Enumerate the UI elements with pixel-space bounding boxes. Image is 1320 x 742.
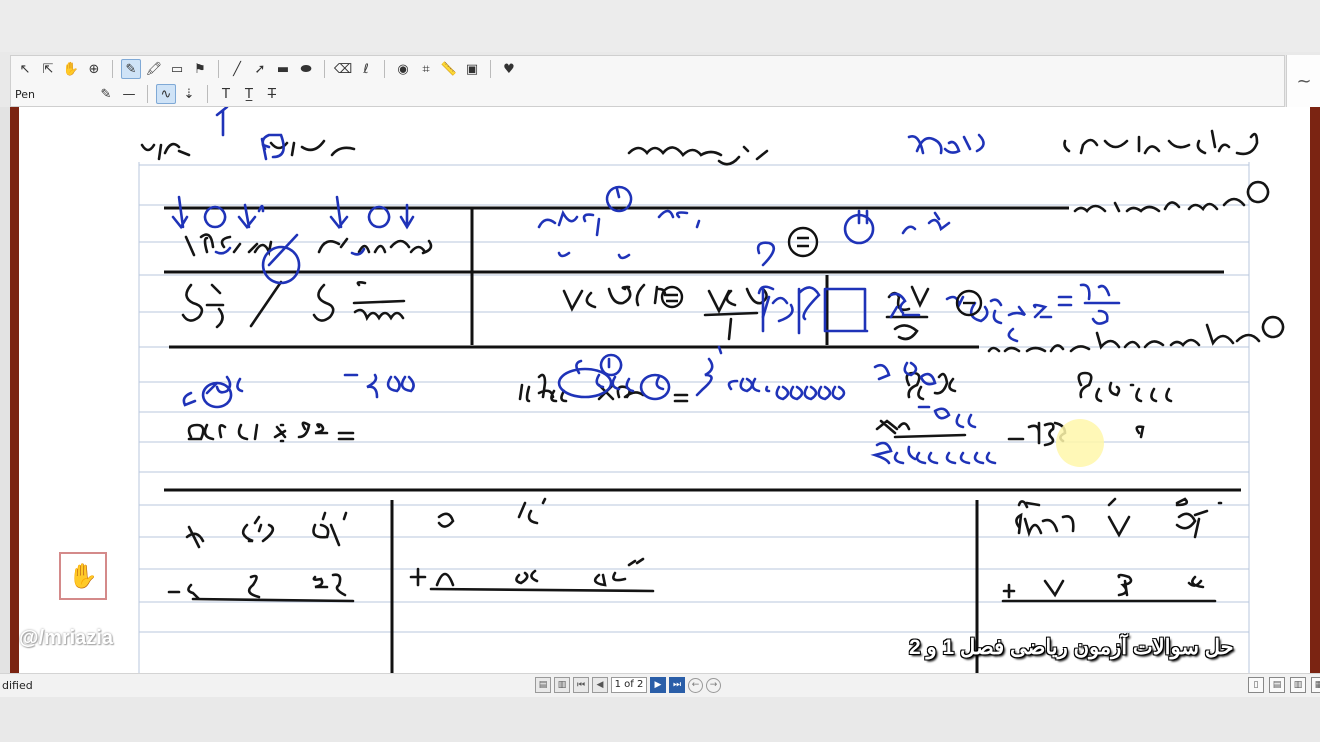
textbox-icon[interactable]: ▭ — [167, 59, 187, 79]
single-page-view-icon[interactable]: ▯ — [1248, 677, 1264, 693]
watermark: @/mriazia — [19, 627, 113, 649]
handwritten-worksheet — [138, 107, 1285, 673]
line-style-icon[interactable]: — — [119, 84, 139, 104]
pen-tool-icon[interactable]: ✎ — [121, 59, 141, 79]
text-underline-icon[interactable]: T̲ — [239, 84, 259, 104]
text-bold-icon[interactable]: T — [216, 84, 236, 104]
page-indicator[interactable]: 1 of 2 — [611, 677, 647, 693]
toolbar-separator — [384, 60, 385, 78]
select-text-icon[interactable]: ⇱ — [38, 59, 58, 79]
cursor-highlight — [1056, 419, 1104, 467]
layout-buttons: ▯ ▤ ▥ ▦ — [1248, 677, 1320, 693]
prev-page-icon[interactable]: ◀ — [592, 677, 608, 693]
status-bar: dified ▤ ▥ ⏮ ◀ 1 of 2 ▶ ⏭ ← → ▯ ▤ ▥ ▦ — [0, 673, 1320, 698]
toolbar-separator — [218, 60, 219, 78]
toolbar-separator — [490, 60, 491, 78]
ruled-lines — [138, 162, 1250, 673]
pressure-icon[interactable]: ⇣ — [179, 84, 199, 104]
hand-pan-icon[interactable]: ✋ — [61, 59, 81, 79]
select-arrow-icon[interactable]: ↖ — [15, 59, 35, 79]
top-window-area — [0, 0, 1320, 52]
toolbar-separator — [147, 85, 148, 103]
line-icon[interactable]: ╱ — [227, 59, 247, 79]
pen-color-icon[interactable]: ✎ — [96, 84, 116, 104]
status-text: dified — [2, 679, 33, 692]
back-icon[interactable]: ← — [688, 677, 703, 693]
two-page-view-icon[interactable]: ▥ — [1290, 677, 1306, 693]
lasso-icon[interactable]: ℓ — [356, 59, 376, 79]
stamp-icon[interactable]: ⚑ — [190, 59, 210, 79]
page-border-right — [1310, 107, 1320, 673]
left-gutter — [0, 107, 10, 679]
favorite-heart-icon[interactable]: ♥ — [499, 59, 519, 79]
toolbar-separator — [324, 60, 325, 78]
view-mode-alt-icon[interactable]: ▥ — [554, 677, 570, 693]
last-page-icon[interactable]: ⏭ — [669, 677, 685, 693]
side-panel-toggle[interactable]: ~ — [1286, 55, 1320, 107]
page-border-left — [10, 107, 19, 673]
grid-view-icon[interactable]: ▦ — [1311, 677, 1320, 693]
video-caption: حل سوالات آزمون ریاضی فصل 1 و 2 — [909, 636, 1234, 659]
continuous-view-icon[interactable]: ▤ — [1269, 677, 1285, 693]
next-page-icon[interactable]: ▶ — [650, 677, 666, 693]
view-mode-icon[interactable]: ▤ — [535, 677, 551, 693]
toolbar-row-options: Pen ✎ — ∿ ⇣ T T̲ T̶ — [15, 83, 282, 105]
insert-image-icon[interactable]: ▣ — [462, 59, 482, 79]
page-navigator: ▤ ▥ ⏮ ◀ 1 of 2 ▶ ⏭ ← → — [535, 677, 721, 693]
highlighter-icon[interactable]: 🖍 — [144, 59, 164, 79]
stamp-hand-icon[interactable]: ✋ — [59, 552, 107, 600]
toolbar-separator — [207, 85, 208, 103]
ruler-icon[interactable]: 📏 — [439, 59, 459, 79]
arrow-icon[interactable]: ➚ — [250, 59, 270, 79]
blue-ink-annotations — [171, 107, 1121, 465]
text-strike-icon[interactable]: T̶ — [262, 84, 282, 104]
whiteboard-canvas[interactable]: ✋ @/mriazia حل سوالات آزمون ریاضی فصل 1 … — [19, 107, 1310, 673]
first-page-icon[interactable]: ⏮ — [573, 677, 589, 693]
toolbar-row-tools: ↖ ⇱ ✋ ⊕ ✎ 🖍 ▭ ⚑ ╱ ➚ ▬ ⬬ ⌫ ℓ ◉ ⌗ 📏 ▣ ♥ — [15, 58, 519, 80]
camera-icon[interactable]: ◉ — [393, 59, 413, 79]
forward-icon[interactable]: → — [706, 677, 721, 693]
bottom-area — [0, 697, 1320, 742]
eraser-icon[interactable]: ⌫ — [333, 59, 353, 79]
ellipse-icon[interactable]: ⬬ — [296, 59, 316, 79]
rectangle-icon[interactable]: ▬ — [273, 59, 293, 79]
smooth-stroke-icon[interactable]: ∿ — [156, 84, 176, 104]
current-tool-label: Pen — [15, 87, 35, 101]
annotation-toolbar: ↖ ⇱ ✋ ⊕ ✎ 🖍 ▭ ⚑ ╱ ➚ ▬ ⬬ ⌫ ℓ ◉ ⌗ 📏 ▣ ♥ Pen ✎ — ∿ ⇣ T T̲ T̶ — [10, 55, 1285, 107]
crop-icon[interactable]: ⌗ — [416, 59, 436, 79]
zoom-icon[interactable]: ⊕ — [84, 59, 104, 79]
toolbar-separator — [112, 60, 113, 78]
